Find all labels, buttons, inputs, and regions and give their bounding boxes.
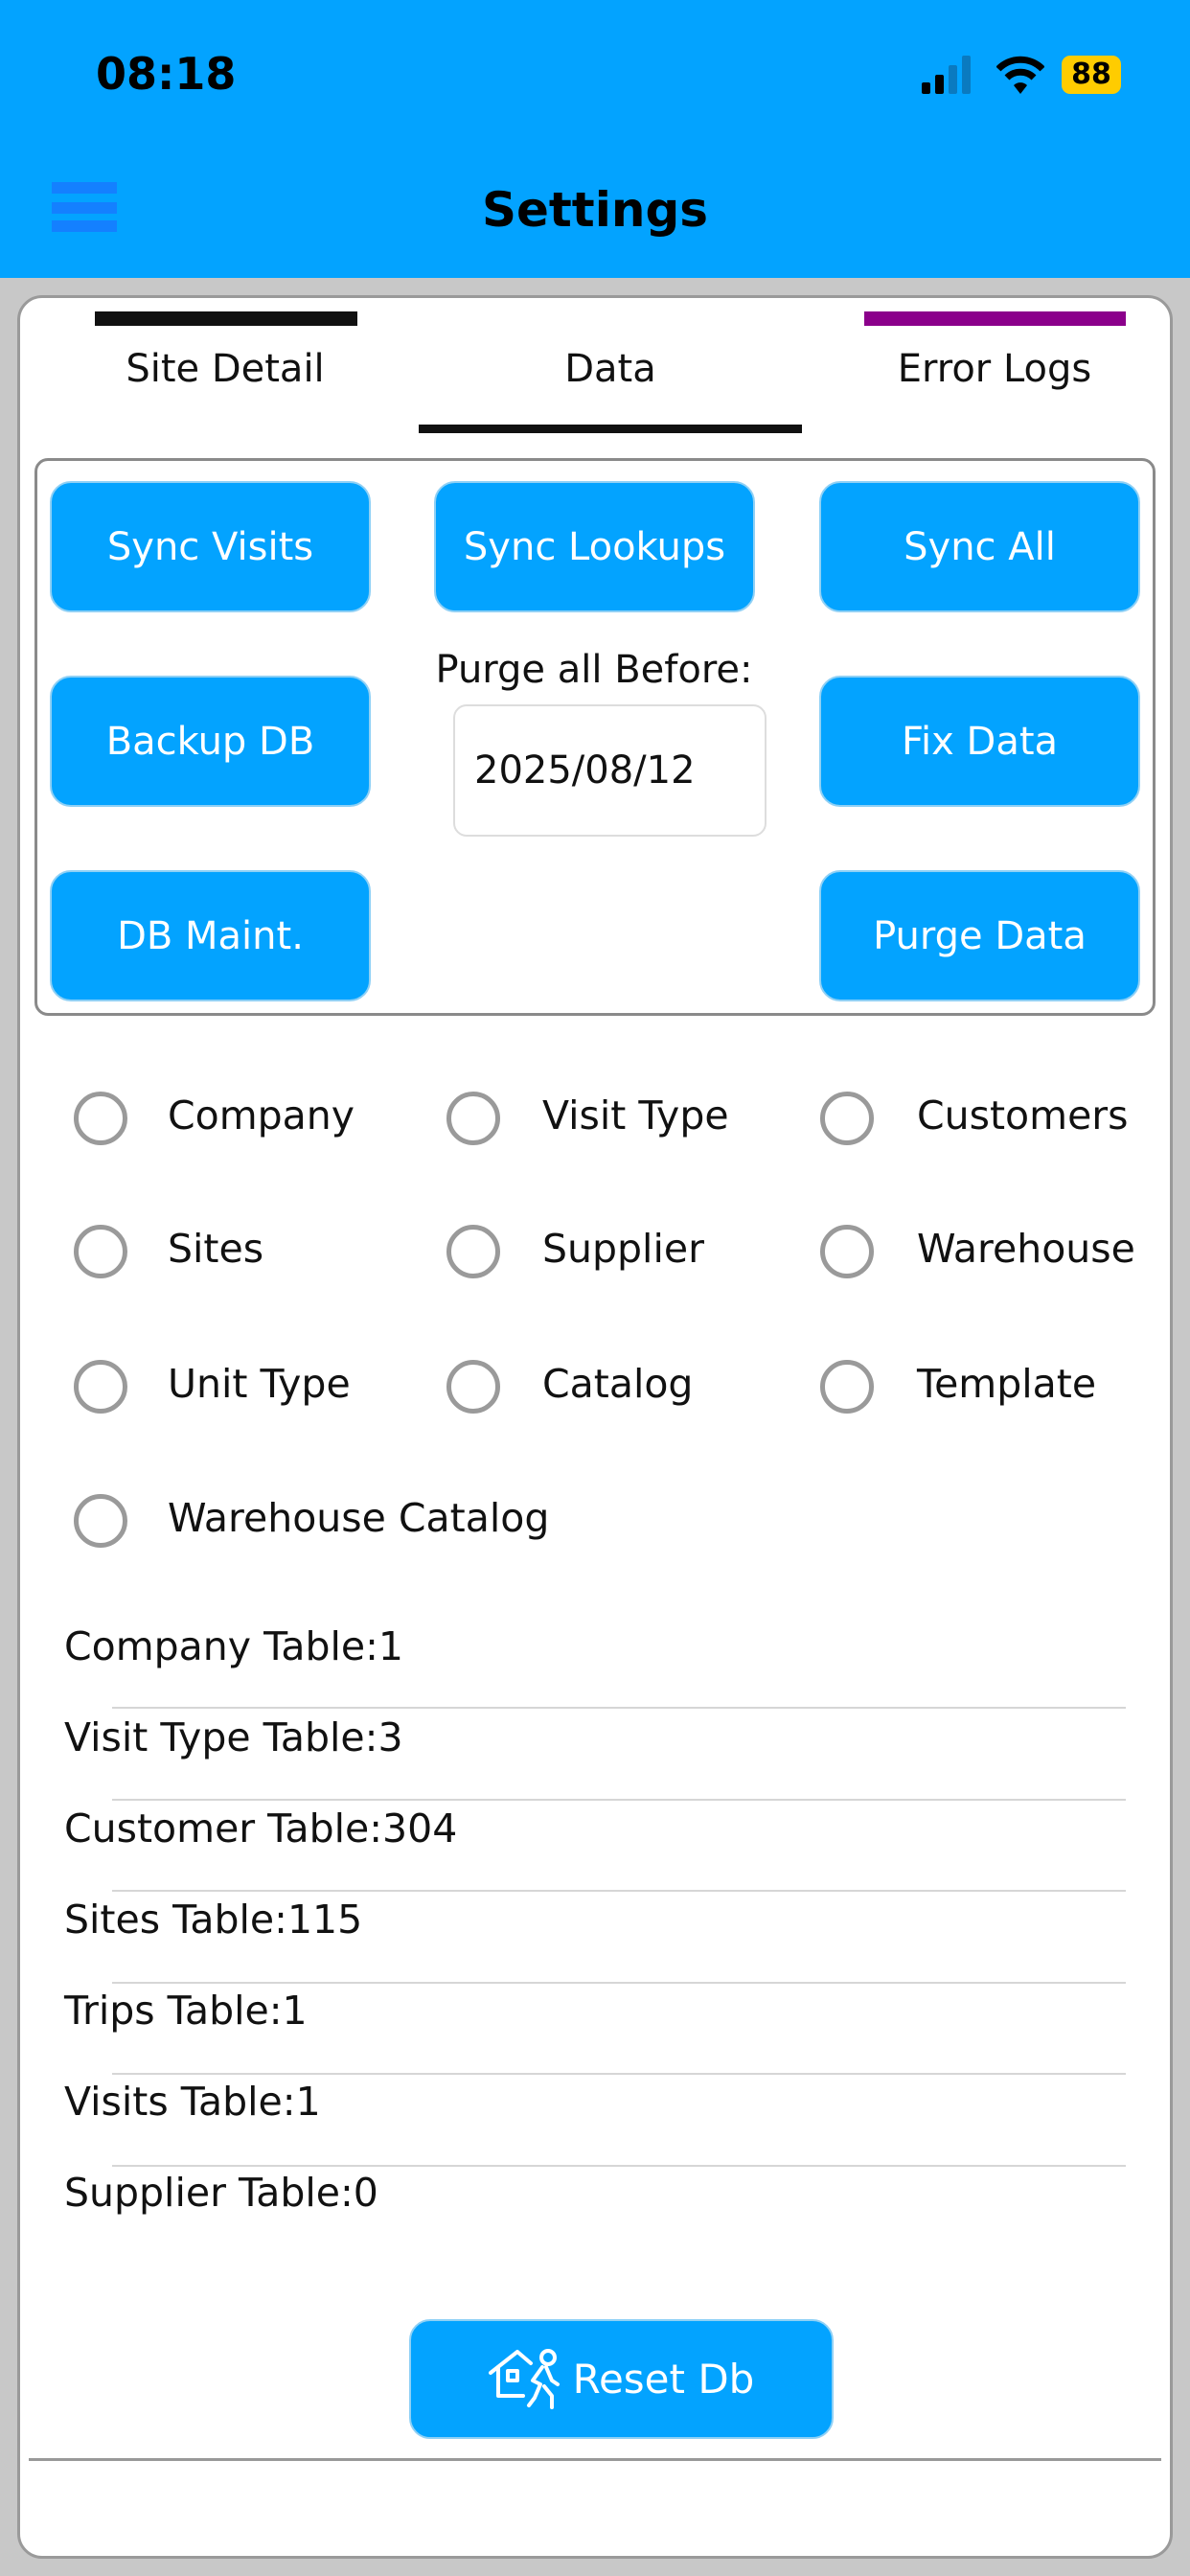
tab-data[interactable]: Data (419, 347, 802, 391)
radio-label: Warehouse Catalog (168, 1495, 550, 1541)
sync-visits-button[interactable]: Sync Visits (50, 481, 371, 612)
radio-label: Company (168, 1092, 355, 1138)
table-count-row: Visits Table:1 (64, 2079, 321, 2125)
radio-label: Catalog (542, 1361, 694, 1407)
signal-icon (922, 56, 971, 94)
divider (112, 2165, 1126, 2167)
status-time: 08:18 (96, 48, 237, 100)
house-exit-icon (488, 2348, 560, 2409)
page-title: Settings (481, 182, 708, 238)
divider (112, 2073, 1126, 2075)
sync-all-button[interactable]: Sync All (819, 481, 1140, 612)
tab-data-active-underline (419, 425, 802, 433)
table-count-row: Trips Table:1 (64, 1988, 308, 2034)
radio-label: Unit Type (168, 1361, 351, 1407)
radio-catalog[interactable] (446, 1360, 500, 1414)
table-count-row: Visit Type Table:3 (64, 1714, 403, 1760)
radio-label: Supplier (542, 1226, 704, 1272)
radio-sites[interactable] (74, 1225, 127, 1278)
radio-warehouse[interactable] (820, 1225, 874, 1278)
table-count-row: Company Table:1 (64, 1623, 404, 1669)
divider (112, 1799, 1126, 1801)
divider (112, 1890, 1126, 1892)
radio-template[interactable] (820, 1360, 874, 1414)
radio-label: Warehouse (917, 1226, 1135, 1272)
purge-before-label: Purge all Before: (435, 648, 753, 692)
purge-date-field[interactable]: 2025/08/12 (453, 704, 767, 837)
reset-db-label: Reset Db (572, 2356, 755, 2403)
table-count-row: Supplier Table:0 (64, 2170, 378, 2216)
radio-label: Customers (917, 1092, 1129, 1138)
tab-indicator-error-logs (864, 311, 1126, 326)
radio-visit-type[interactable] (446, 1092, 500, 1145)
backup-db-button[interactable]: Backup DB (50, 676, 371, 807)
table-count-row: Sites Table:115 (64, 1897, 363, 1943)
sync-lookups-button[interactable]: Sync Lookups (434, 481, 755, 612)
reset-db-button[interactable]: Reset Db (409, 2319, 834, 2439)
wifi-icon (996, 56, 1044, 94)
radio-label: Template (917, 1361, 1097, 1407)
db-maint-button[interactable]: DB Maint. (50, 870, 371, 1001)
fix-data-button[interactable]: Fix Data (819, 676, 1140, 807)
radio-unit-type[interactable] (74, 1360, 127, 1414)
radio-supplier[interactable] (446, 1225, 500, 1278)
radio-company[interactable] (74, 1092, 127, 1145)
tab-site-detail[interactable]: Site Detail (34, 347, 417, 391)
panel-bottom-border (29, 2458, 1161, 2461)
radio-label: Sites (168, 1226, 264, 1272)
table-count-row: Customer Table:304 (64, 1806, 458, 1852)
tab-error-logs[interactable]: Error Logs (803, 347, 1186, 391)
divider (112, 1982, 1126, 1984)
battery-indicator: 88 (1062, 56, 1121, 94)
radio-customers[interactable] (820, 1092, 874, 1145)
radio-warehouse-catalog[interactable] (74, 1494, 127, 1548)
divider (112, 1707, 1126, 1709)
purge-data-button[interactable]: Purge Data (819, 870, 1140, 1001)
radio-label: Visit Type (542, 1092, 729, 1138)
tab-indicator-site-detail (95, 311, 357, 326)
